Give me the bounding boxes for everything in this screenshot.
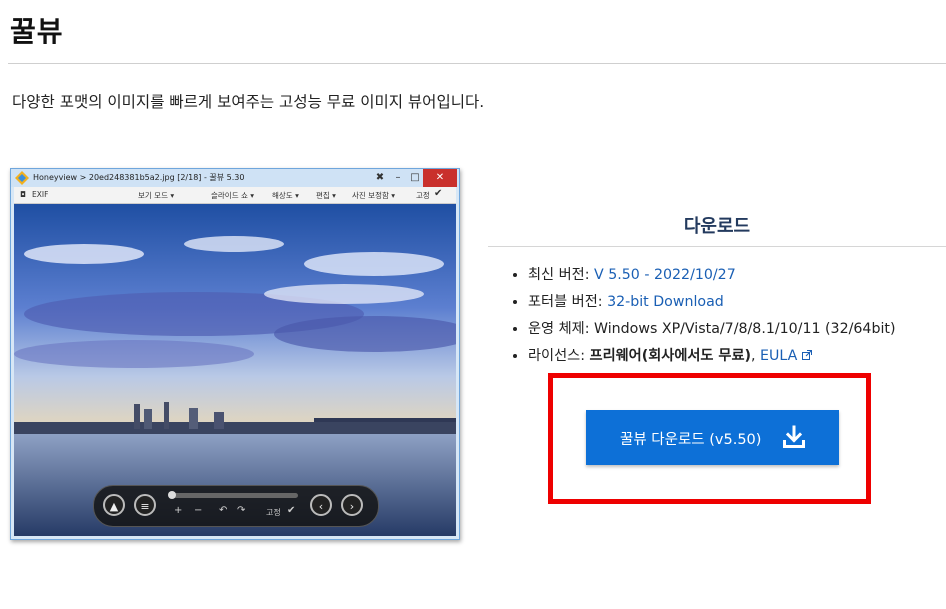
toolbar-slideshow: 슬라이드 쇼 ▾ (211, 191, 255, 200)
latest-version-label: 최신 버전: (528, 267, 595, 283)
honeyview-app-icon (15, 171, 29, 185)
download-arrow-icon (783, 425, 805, 448)
divider (488, 246, 946, 247)
toolbar-photo-correction: 사진 보정함 ▾ (352, 191, 396, 200)
check-icon: ✔ (434, 188, 443, 199)
portable-download-link[interactable]: 32-bit Download (607, 294, 724, 310)
toolbar-edit: 편집 ▾ (316, 191, 336, 200)
list-item: 라이선스: 프리웨어(회사에서도 무료), EULA (528, 346, 896, 373)
pin-icon: ✖ (375, 172, 385, 183)
os-value: Windows XP/Vista/7/8/8.1/10/11 (32/64bit… (594, 321, 896, 337)
download-heading: 다운로드 (683, 216, 751, 237)
latest-version-link[interactable]: V 5.50 - 2022/10/27 (594, 267, 736, 283)
rotate-right-icon: ↷ (237, 505, 246, 516)
close-icon: ✕ (423, 169, 457, 187)
check-icon: ✔ (287, 505, 296, 516)
window-titlebar: Honeyview > 20ed248381b5a2.jpg [2/18] - … (11, 169, 459, 187)
toolbar-fix: 고정 (416, 191, 430, 200)
page-description: 다양한 포맷의 이미지를 빠르게 보여주는 고성능 무료 이미지 뷰어입니다. (12, 93, 485, 111)
window-title: Honeyview > 20ed248381b5a2.jpg [2/18] - … (33, 173, 245, 182)
fix-label: 고정 (266, 508, 281, 517)
license-label: 라이선스: (528, 348, 590, 364)
toolbar-resolution: 해상도 ▾ (272, 191, 299, 200)
menu-icon: ≡ (134, 494, 156, 516)
viewer-toolbar: ◘ EXIF 보기 모드 ▾ 슬라이드 쇼 ▾ 해상도 ▾ 편집 ▾ 사진 보정… (14, 187, 456, 204)
chevron-left-icon: ‹ (310, 494, 332, 516)
download-button-label: 꿀뷰 다운로드 (v5.50) (620, 432, 762, 448)
portable-label: 포터블 버전: (528, 294, 608, 310)
eula-link[interactable]: EULA (760, 348, 797, 364)
viewer-control-bar: ▲ ≡ + − ↶ ↷ 고정 ✔ ‹ › (93, 485, 379, 527)
license-separator: , (751, 348, 761, 364)
list-item: 운영 체제: Windows XP/Vista/7/8/8.1/10/11 (3… (528, 319, 896, 346)
list-item: 포터블 버전: 32-bit Download (528, 292, 896, 319)
zoom-out-icon: − (194, 505, 203, 516)
os-label: 운영 체제: (528, 321, 595, 337)
chevron-right-icon: › (341, 494, 363, 516)
maximize-icon: □ (410, 172, 420, 183)
progress-slider (168, 491, 298, 499)
external-link-icon (801, 350, 812, 360)
page-title: 꿀뷰 (10, 15, 64, 48)
camera-icon: ◘ (20, 190, 26, 199)
list-item: 최신 버전: V 5.50 - 2022/10/27 (528, 265, 896, 292)
rotate-left-icon: ↶ (219, 505, 228, 516)
divider (8, 63, 946, 64)
app-screenshot: Honeyview > 20ed248381b5a2.jpg [2/18] - … (10, 168, 460, 540)
eject-icon: ▲ (103, 494, 125, 516)
minimize-icon: – (395, 172, 401, 183)
toolbar-view-mode: 보기 모드 ▾ (138, 191, 175, 200)
zoom-in-icon: + (174, 505, 183, 516)
toolbar-exif: EXIF (32, 190, 49, 199)
download-info-list: 최신 버전: V 5.50 - 2022/10/27 포터블 버전: 32-bi… (510, 265, 896, 373)
download-button[interactable]: 꿀뷰 다운로드 (v5.50) (586, 410, 839, 465)
license-value: 프리웨어(회사에서도 무료) (589, 348, 752, 364)
